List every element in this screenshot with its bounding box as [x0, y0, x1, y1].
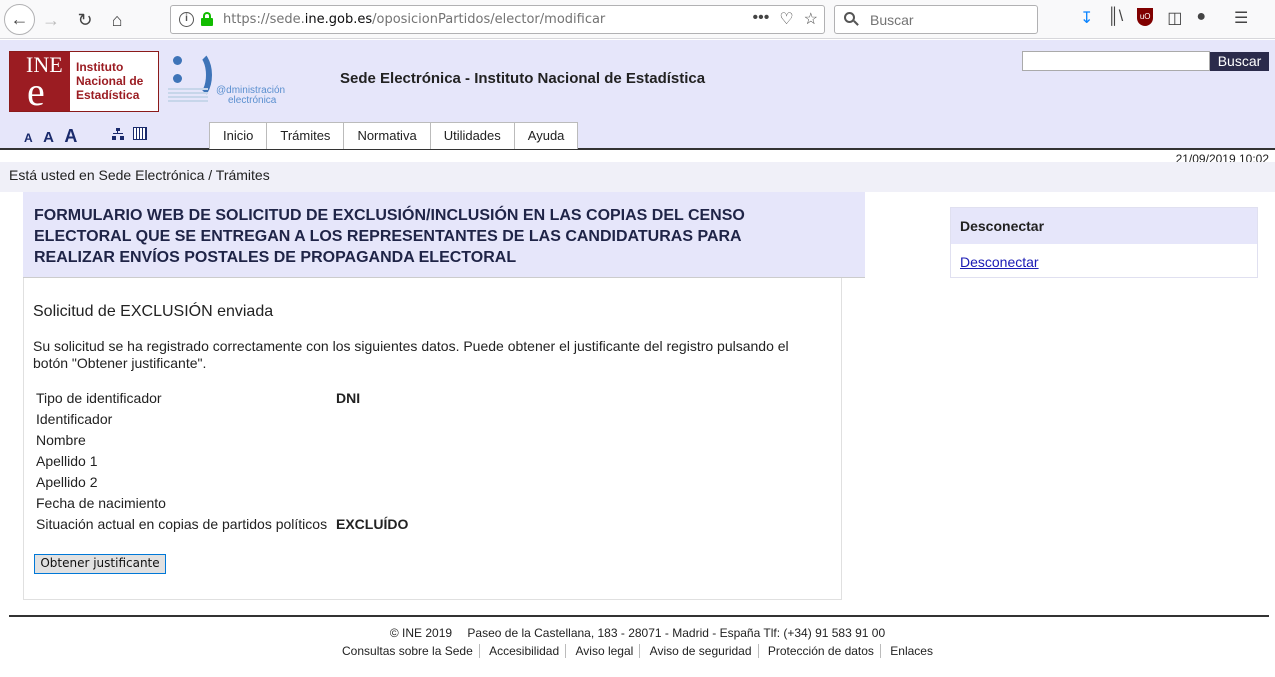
breadcrumb-item-tramites[interactable]: Trámites — [216, 167, 270, 183]
page-actions-icon[interactable]: ••• — [753, 9, 770, 29]
font-size-controls: A A A — [24, 126, 83, 147]
breadcrumb-item-sede[interactable]: Sede Electrónica — [99, 167, 205, 183]
data-row: Nombre — [36, 432, 408, 453]
footer-address: Paseo de la Castellana, 183 - 28071 - Ma… — [467, 626, 886, 640]
footer-link-aviso-legal[interactable]: Aviso legal — [569, 644, 641, 658]
home-icon[interactable]: ⌂ — [102, 5, 132, 35]
font-medium-button[interactable]: A — [43, 129, 54, 146]
confirmation-message: Su solicitud se ha registrado correctame… — [33, 338, 789, 371]
form-header: FORMULARIO WEB DE SOLICITUD DE EXCLUSIÓN… — [23, 192, 865, 278]
submitted-data-table: Tipo de identificador DNI Identificador … — [36, 390, 408, 537]
data-label: Situación actual en copias de partidos p… — [36, 516, 328, 532]
url-bar[interactable]: i https://sede.ine.gob.es/oposicionParti… — [170, 5, 825, 34]
data-label: Nombre — [36, 432, 86, 448]
form-title: FORMULARIO WEB DE SOLICITUD DE EXCLUSIÓN… — [34, 207, 745, 266]
site-header: INE e Instituto Nacional de Estadística … — [0, 40, 1275, 150]
form-panel: Solicitud de EXCLUSIÓN enviada Su solici… — [23, 278, 842, 600]
data-row: Apellido 1 — [36, 453, 408, 474]
sidebar-icon[interactable]: ◫ — [1167, 8, 1182, 28]
footer-divider — [9, 615, 1269, 617]
footer-link-proteccion-datos[interactable]: Protección de datos — [761, 644, 881, 658]
site-title: Sede Electrónica - Instituto Nacional de… — [340, 70, 706, 87]
data-label: Identificador — [36, 411, 113, 427]
font-small-button[interactable]: A — [24, 131, 33, 145]
forward-icon[interactable]: → — [36, 5, 66, 35]
site-info-icon[interactable]: i — [179, 12, 194, 27]
data-label: Fecha de nacimiento — [36, 495, 166, 511]
logout-box-title: Desconectar — [951, 208, 1257, 244]
sitemap-icon[interactable] — [112, 128, 124, 140]
footer-link-consultas[interactable]: Consultas sobre la Sede — [336, 644, 480, 658]
data-row: Apellido 2 — [36, 474, 408, 495]
data-row: Situación actual en copias de partidos p… — [36, 516, 408, 537]
footer-copyright: © INE 2019 — [389, 626, 453, 640]
data-label: Apellido 2 — [36, 474, 98, 490]
obtener-justificante-button[interactable]: Obtener justificante — [34, 554, 166, 574]
footer-info: © INE 2019 Paseo de la Castellana, 183 -… — [0, 626, 1275, 640]
data-label: Tipo de identificador — [36, 390, 162, 406]
tab-normativa[interactable]: Normativa — [344, 122, 431, 149]
tab-utilidades[interactable]: Utilidades — [430, 122, 515, 149]
footer-link-aviso-seguridad[interactable]: Aviso de seguridad — [643, 644, 759, 658]
administracion-electronica-logo[interactable]: @dministración electrónica — [168, 50, 298, 112]
data-row: Identificador — [36, 411, 408, 432]
logout-box: Desconectar Desconectar — [950, 207, 1258, 278]
site-search-input[interactable] — [1022, 51, 1210, 71]
data-value: DNI — [336, 390, 361, 406]
ublock-icon[interactable]: uO — [1137, 8, 1154, 26]
browser-search-input[interactable]: Buscar — [834, 5, 1038, 34]
site-search-button[interactable]: Buscar — [1210, 52, 1269, 71]
ine-logo[interactable]: INE e Instituto Nacional de Estadística — [9, 51, 159, 112]
footer-link-accesibilidad[interactable]: Accesibilidad — [483, 644, 567, 658]
footer-links: Consultas sobre la Sede Accesibilidad Av… — [0, 644, 1275, 658]
data-value: EXCLUÍDO — [336, 516, 409, 532]
bookmark-star-icon[interactable]: ☆ — [804, 9, 818, 29]
lock-icon[interactable] — [201, 12, 213, 26]
form-subtitle: Solicitud de EXCLUSIÓN enviada — [33, 303, 274, 320]
reload-icon[interactable]: ↻ — [70, 5, 100, 35]
tab-inicio[interactable]: Inicio — [209, 122, 268, 149]
data-row: Fecha de nacimiento — [36, 495, 408, 516]
tab-tramites[interactable]: Trámites — [267, 122, 345, 149]
data-label: Apellido 1 — [36, 453, 98, 469]
pocket-icon[interactable]: ♡ — [779, 9, 793, 29]
tab-ayuda[interactable]: Ayuda — [514, 122, 579, 149]
back-icon[interactable]: ← — [4, 4, 35, 35]
font-large-button[interactable]: A — [64, 126, 77, 146]
library-icon[interactable]: ║\ — [1107, 8, 1123, 28]
main-nav: Inicio Trámites Normativa Utilidades Ayu… — [209, 122, 579, 149]
calendar-icon[interactable] — [133, 127, 147, 140]
breadcrumb-separator: / — [208, 167, 213, 183]
breadcrumb-prefix: Está usted en — [9, 167, 95, 183]
breadcrumb: Está usted en Sede Electrónica / Trámite… — [0, 162, 1275, 192]
data-row: Tipo de identificador DNI — [36, 390, 408, 411]
search-icon — [844, 12, 859, 26]
url-text[interactable]: https://sede.ine.gob.es/oposicionPartido… — [223, 12, 605, 27]
logout-link[interactable]: Desconectar — [960, 254, 1039, 270]
ine-logo-mark: INE e — [10, 52, 70, 112]
account-icon[interactable]: ● — [1196, 8, 1206, 28]
menu-icon[interactable]: ☰ — [1234, 8, 1248, 28]
download-icon[interactable]: ↧ — [1080, 8, 1093, 28]
browser-toolbar: ← → ↻ ⌂ i https://sede.ine.gob.es/oposic… — [0, 0, 1275, 39]
footer-link-enlaces[interactable]: Enlaces — [884, 644, 939, 658]
